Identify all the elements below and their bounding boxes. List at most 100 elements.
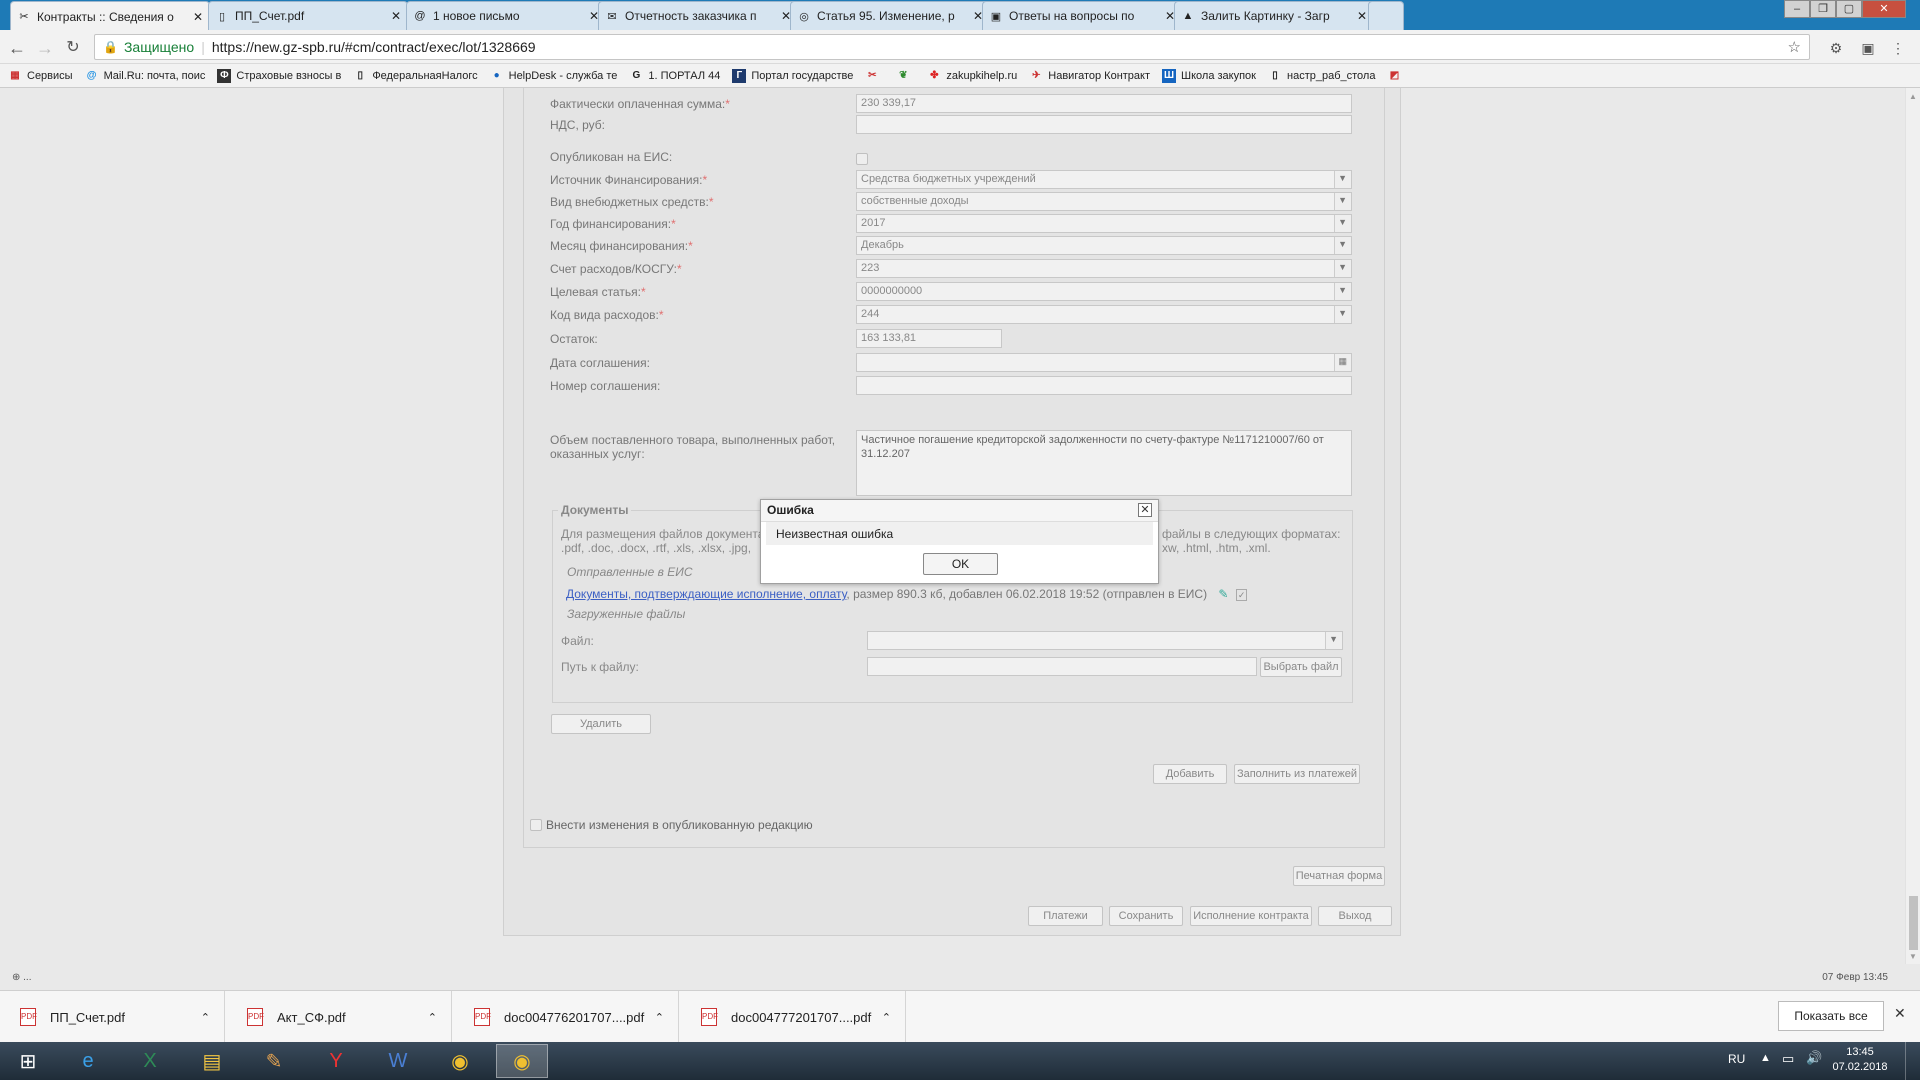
volume-icon[interactable]: 🔊 — [1806, 1050, 1822, 1066]
bookmark-mailru[interactable]: @ Mail.Ru: почта, поис — [85, 69, 206, 83]
show-desktop-button[interactable] — [1905, 1042, 1920, 1080]
document-link[interactable]: Документы, подтверждающие исполнение, оп… — [566, 587, 846, 601]
chevron-up-icon[interactable]: ⌃ — [882, 1011, 891, 1024]
page-scrollbar[interactable]: ▲ ▼ — [1905, 88, 1920, 964]
tab-upload-image[interactable]: ▲ Залить Картинку - Загр ✕ — [1174, 1, 1374, 30]
bookmark-star-icon[interactable]: ☆ — [1788, 38, 1801, 56]
tab-close-icon[interactable]: ✕ — [193, 10, 203, 24]
scroll-thumb[interactable] — [1909, 896, 1918, 950]
field-input[interactable]: собственные доходы ▼ — [856, 192, 1352, 211]
add-button[interactable]: Добавить — [1153, 764, 1227, 784]
bookmark-gov-portal[interactable]: Г Портал государстве — [732, 68, 853, 83]
clock[interactable]: 13:45 07.02.2018 — [1830, 1045, 1890, 1075]
extension-icon[interactable]: ⚙ — [1825, 37, 1847, 59]
field-input[interactable]: Средства бюджетных учреждений ▼ — [856, 170, 1352, 189]
minimize-button[interactable]: – — [1784, 0, 1810, 18]
chrome-icon[interactable]: ◉ — [434, 1044, 486, 1078]
yandex-browser-icon[interactable]: Y — [310, 1044, 362, 1078]
bookmark-portal44[interactable]: G 1. ПОРТАЛ 44 — [629, 69, 720, 83]
show-all-downloads-button[interactable]: Показать все — [1778, 1001, 1884, 1031]
scroll-down-icon[interactable]: ▼ — [1909, 952, 1917, 961]
contract-execution-button[interactable]: Исполнение контракта — [1190, 906, 1312, 926]
chrome-active-icon[interactable]: ◉ — [496, 1044, 548, 1078]
network-icon[interactable]: ▭ — [1782, 1051, 1794, 1067]
maximize-button[interactable]: ▢ — [1836, 0, 1862, 18]
dialog-close-icon[interactable]: ✕ — [1138, 503, 1152, 517]
word-icon[interactable]: W — [372, 1044, 424, 1078]
field-input[interactable]: Декабрь ▼ — [856, 236, 1352, 255]
reload-icon[interactable]: ↻ — [62, 37, 84, 59]
address-bar[interactable]: 🔒 Защищено | https://new.gz-spb.ru/#cm/c… — [94, 34, 1810, 60]
bookmark-scissors[interactable]: ✂ — [865, 69, 884, 83]
bookmark-navigator[interactable]: ✈ Навигатор Контракт — [1029, 69, 1150, 83]
forward-arrow-icon[interactable]: → — [34, 37, 56, 59]
sign-icon[interactable]: ✎ — [1218, 587, 1228, 601]
tab-pp-schet[interactable]: ▯ ПП_Счет.pdf ✕ — [208, 1, 408, 30]
excel-icon[interactable]: X — [124, 1044, 176, 1078]
bookmark-services[interactable]: ▦ Сервисы — [8, 69, 72, 83]
scroll-up-icon[interactable]: ▲ — [1909, 92, 1917, 101]
restore-button[interactable]: ❐ — [1810, 0, 1836, 18]
field-input[interactable]: ▦ — [856, 353, 1352, 372]
bookmark-insurance[interactable]: Ф Страховые взносы в — [217, 68, 341, 83]
save-button[interactable]: Сохранить — [1109, 906, 1183, 926]
new-tab-button[interactable] — [1368, 1, 1404, 30]
field-input[interactable]: 163 133,81 — [856, 329, 1002, 348]
tab-article-95[interactable]: ◎ Статья 95. Изменение, р ✕ — [790, 1, 990, 30]
file-explorer-icon[interactable]: ▤ — [186, 1044, 238, 1078]
file-select[interactable]: ▼ — [867, 631, 1343, 650]
download-item[interactable]: PDF ПП_Счет.pdf ⌃ — [0, 991, 225, 1043]
chevron-up-icon[interactable]: ⌃ — [201, 1011, 210, 1024]
dialog-ok-button[interactable]: OK — [923, 553, 998, 575]
delete-button[interactable]: Удалить — [551, 714, 651, 734]
download-item[interactable]: PDF Акт_СФ.pdf ⌃ — [227, 991, 452, 1043]
field-input[interactable]: 244 ▼ — [856, 305, 1352, 324]
tab-contracts[interactable]: ✂ Контракты :: Сведения о ✕ — [10, 1, 210, 31]
language-indicator[interactable]: RU — [1728, 1052, 1745, 1066]
download-item[interactable]: PDF doc004776201707....pdf ⌃ — [454, 991, 679, 1043]
choose-file-button[interactable]: Выбрать файл — [1260, 657, 1342, 677]
payments-button[interactable]: Платежи — [1028, 906, 1103, 926]
extension-2-icon[interactable]: ▣ — [1857, 37, 1879, 59]
field-input[interactable]: 223 ▼ — [856, 259, 1352, 278]
tab-reporting[interactable]: ✉ Отчетность заказчика п ✕ — [598, 1, 798, 30]
chevron-up-icon[interactable]: ⌃ — [655, 1011, 664, 1024]
tray-arrow-icon[interactable]: ▲ — [1760, 1052, 1771, 1064]
publish-changes-checkbox[interactable] — [530, 819, 542, 831]
fill-from-payments-button[interactable]: Заполнить из платежей — [1234, 764, 1360, 784]
bookmark-zakupkihelp[interactable]: ✤ zakupkihelp.ru — [927, 69, 1017, 83]
bookmark-flag[interactable]: ◩ — [1387, 69, 1406, 83]
exit-button[interactable]: Выход — [1318, 906, 1392, 926]
field-input[interactable] — [856, 376, 1352, 395]
field-input[interactable]: 0000000000 ▼ — [856, 282, 1352, 301]
url-text[interactable]: https://new.gz-spb.ru/#cm/contract/exec/… — [212, 39, 536, 55]
file-path-input[interactable] — [867, 657, 1257, 676]
bookmark-helpdesk[interactable]: ● HelpDesk - служба те — [490, 69, 618, 83]
bookmark-school[interactable]: Ш Школа закупок — [1162, 68, 1256, 83]
tab-close-icon[interactable]: ✕ — [391, 9, 401, 23]
internet-explorer-icon[interactable]: e — [62, 1044, 114, 1078]
bookmark-desktop-settings[interactable]: ▯ настр_раб_стола — [1268, 69, 1375, 83]
volume-textarea[interactable]: Частичное погашение кредиторской задолже… — [856, 430, 1352, 496]
back-arrow-icon[interactable]: ← — [6, 37, 28, 59]
tab-close-icon[interactable]: ✕ — [1357, 9, 1367, 23]
check-icon[interactable]: ✓ — [1235, 589, 1248, 601]
tab-answers[interactable]: ▣ Ответы на вопросы по ✕ — [982, 1, 1182, 30]
field-input[interactable]: 2017 ▼ — [856, 214, 1352, 233]
window-close-button[interactable]: ✕ — [1862, 0, 1906, 18]
paint-icon[interactable]: ✎ — [248, 1044, 300, 1078]
field-input[interactable] — [856, 115, 1352, 134]
calendar-icon[interactable]: ▦ — [1338, 356, 1347, 367]
close-shelf-icon[interactable]: ✕ — [1894, 1005, 1906, 1022]
menu-kebab-icon[interactable]: ⋮ — [1887, 37, 1909, 59]
bookmark-leaf[interactable]: ❦ — [896, 69, 915, 83]
chevron-up-icon[interactable]: ⌃ — [428, 1011, 437, 1024]
bookmark-tax[interactable]: ▯ ФедеральнаяНалогс — [353, 69, 478, 83]
published-eis-checkbox[interactable] — [856, 153, 868, 165]
tab-mail[interactable]: @ 1 новое письмо ✕ — [406, 1, 606, 30]
print-form-button[interactable]: Печатная форма — [1293, 866, 1385, 886]
download-item[interactable]: PDF doc004777201707....pdf ⌃ — [681, 991, 906, 1043]
field-input[interactable]: 230 339,17 — [856, 94, 1352, 113]
field-label: Фактически оплаченная сумма:* — [550, 97, 730, 111]
start-windows-icon[interactable]: ⊞ — [2, 1044, 54, 1078]
